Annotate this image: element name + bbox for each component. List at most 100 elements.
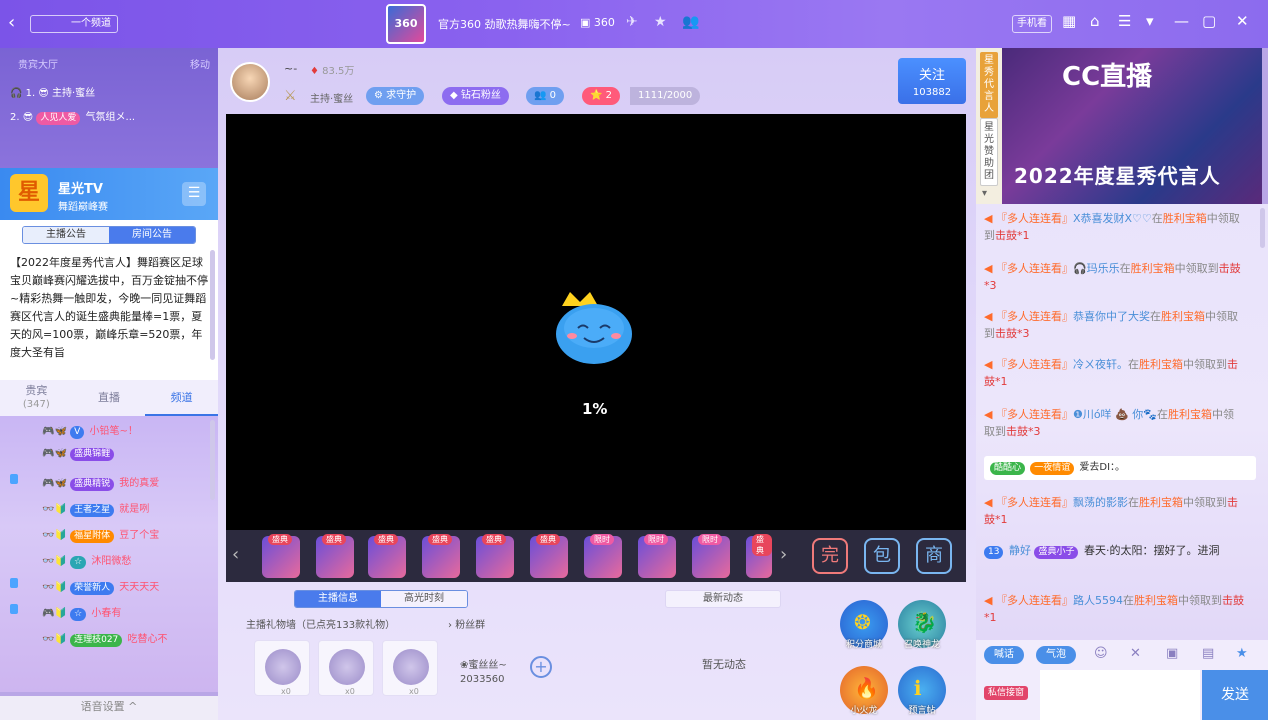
- gift-wall-title[interactable]: 主播礼物墙（已点亮133款礼物）: [246, 616, 395, 631]
- bell-icon[interactable]: ⌂: [1090, 12, 1100, 30]
- add-fan-group-icon[interactable]: +: [530, 656, 552, 678]
- channel-button[interactable]: 一个频道: [30, 15, 118, 33]
- gift-wall-item[interactable]: x0: [318, 640, 374, 696]
- notice-scrollbar[interactable]: [210, 250, 215, 360]
- event-banner[interactable]: CC直播 2022年度星秀代言人: [1002, 48, 1262, 204]
- tab-sponsor-group[interactable]: 星光赞助团: [980, 118, 998, 186]
- gift-item[interactable]: 盛典: [422, 534, 460, 578]
- star-fill-icon[interactable]: ★: [1236, 646, 1248, 661]
- msg-user[interactable]: X恭喜发财X♡♡: [1073, 212, 1152, 225]
- private-msg-tag[interactable]: 私信接窗: [984, 686, 1029, 700]
- complete-button[interactable]: 完: [812, 538, 848, 574]
- msg-user[interactable]: 冷ㄨ夜轩。: [1073, 358, 1128, 371]
- rank-name: 主持·蜜丝: [52, 88, 96, 99]
- tab-highlights[interactable]: 高光时刻: [381, 591, 467, 607]
- gift-item[interactable]: 盛典: [316, 534, 354, 578]
- ranking-header: 贵宾大厅: [18, 60, 58, 71]
- gift-item[interactable]: 盛典: [476, 534, 514, 578]
- plane-icon[interactable]: ✈: [626, 14, 638, 30]
- menu-list-icon[interactable]: ☰: [182, 182, 206, 206]
- gift-wall-item[interactable]: x0: [254, 640, 310, 696]
- shop-button[interactable]: 商: [916, 538, 952, 574]
- send-button[interactable]: 发送: [1202, 670, 1268, 720]
- dropdown-icon[interactable]: ▾: [1146, 12, 1154, 30]
- image-icon[interactable]: ▣: [1166, 646, 1178, 661]
- msg-user[interactable]: 静好: [1009, 544, 1031, 557]
- tab-channel[interactable]: 频道: [145, 380, 219, 416]
- grid-icon[interactable]: ▦: [1062, 12, 1076, 30]
- gift-item[interactable]: 盛典: [746, 534, 772, 578]
- chat-input[interactable]: [1040, 670, 1200, 720]
- list-item[interactable]: 👓🔰 连理枝027 吃替心不: [42, 630, 167, 647]
- list-item[interactable]: 👓🔰 王者之星 就是咧: [42, 500, 149, 517]
- list-item[interactable]: 👓🔰 ☆ 沐阳微愁: [42, 552, 131, 569]
- gift-wall-item[interactable]: x0: [382, 640, 438, 696]
- gift-wall-image: [329, 649, 365, 685]
- gift-item[interactable]: 盛典: [368, 534, 406, 578]
- list-item[interactable]: 🎮🦋 盛典精锐 我的真爱: [42, 474, 159, 491]
- voice-settings[interactable]: 语音设置 ^: [0, 696, 218, 720]
- points-mall-button[interactable]: ❂ 积分商城: [840, 600, 888, 650]
- rank-row[interactable]: 🎧 1. 😎 主持·蜜丝: [10, 84, 95, 99]
- guard-button[interactable]: ⚙ 求守护: [366, 87, 425, 105]
- msg-user[interactable]: 🎧玛乐乐: [1073, 262, 1120, 275]
- rank-row[interactable]: 2. 😎 人见人爱 气氛组メ...: [10, 108, 135, 125]
- tab-anchor-info[interactable]: 主播信息: [295, 591, 381, 607]
- menu-icon[interactable]: ☰: [1118, 12, 1131, 30]
- chat-message: ◀ 『多人连连看』🎧玛乐乐在胜利宝箱中领取到击鼓*3: [984, 260, 1244, 294]
- tab-star-spokesperson[interactable]: 星秀代言人: [980, 52, 998, 118]
- star-icon[interactable]: ★: [654, 14, 667, 30]
- gift-icon[interactable]: ▤: [1202, 646, 1214, 661]
- tab-vip[interactable]: 贵宾 (347): [0, 380, 73, 416]
- level-pill[interactable]: ⭐ 2: [582, 87, 621, 105]
- gift-tag: 盛典: [752, 534, 772, 556]
- tab-vip-label: 贵宾: [25, 384, 48, 397]
- tab-room-notice[interactable]: 房间公告: [109, 227, 195, 243]
- chat-scrollbar[interactable]: [210, 420, 215, 500]
- bag-button[interactable]: 包: [864, 538, 900, 574]
- follow-count: 103882: [912, 87, 952, 98]
- msg-user[interactable]: ❶川ó咩 💩 你🐾: [1073, 408, 1157, 421]
- diamond-fans-button[interactable]: ◆ 钻石粉丝: [442, 87, 509, 105]
- fire-dragon-button[interactable]: 🔥 小火龙: [840, 666, 888, 716]
- msg-user[interactable]: 飘荡的影影: [1073, 496, 1128, 509]
- tab-live[interactable]: 直播: [73, 380, 146, 416]
- list-item[interactable]: 🎮🦋 V 小铅笔~！: [42, 422, 138, 439]
- gift-item[interactable]: 限时: [692, 534, 730, 578]
- avatar[interactable]: [230, 62, 270, 102]
- restore-icon[interactable]: ▢: [1202, 12, 1216, 30]
- msg-user[interactable]: 路人5594: [1073, 594, 1123, 607]
- gift-tag: 限时: [644, 534, 668, 545]
- ranking-right[interactable]: 移动: [190, 56, 210, 71]
- emoji-icon[interactable]: ☺: [1094, 646, 1108, 661]
- shout-button[interactable]: 喊话: [984, 646, 1024, 664]
- group-icon[interactable]: 👥: [682, 14, 699, 30]
- expand-icon[interactable]: ▾: [982, 188, 987, 199]
- tab-anchor-notice[interactable]: 主播公告: [23, 227, 109, 243]
- list-item[interactable]: 🎮🔰 ☆ 小春有: [42, 604, 121, 621]
- gift-item[interactable]: 盛典: [262, 534, 300, 578]
- gift-next-icon[interactable]: ›: [780, 544, 787, 565]
- list-item[interactable]: 🎮🦋 盛典锦鲤: [42, 448, 116, 461]
- phone-watch-button[interactable]: 手机看: [1012, 15, 1052, 33]
- fans-count-button[interactable]: 👥 0: [526, 87, 565, 105]
- bubble-button[interactable]: 气泡: [1036, 646, 1076, 664]
- gift-prev-icon[interactable]: ‹: [232, 544, 239, 565]
- close-icon[interactable]: ✕: [1236, 12, 1249, 30]
- back-arrow-icon[interactable]: ‹: [8, 12, 15, 33]
- gift-item[interactable]: 盛典: [530, 534, 568, 578]
- gift-item[interactable]: 限时: [584, 534, 622, 578]
- minimize-icon[interactable]: —: [1174, 12, 1189, 30]
- fans-group-title[interactable]: › 粉丝群: [448, 616, 485, 631]
- follow-button[interactable]: 关注 103882: [898, 58, 966, 104]
- msg-user[interactable]: 恭喜你中了大奖: [1073, 310, 1150, 323]
- summon-dragon-button[interactable]: 🐉 召唤神龙: [898, 600, 946, 650]
- gift-item[interactable]: 限时: [638, 534, 676, 578]
- channel-card[interactable]: 星 星光TV 舞蹈巅峰赛 ☰: [0, 168, 218, 220]
- prophecy-button[interactable]: ℹ 预言帖: [898, 666, 946, 716]
- list-item[interactable]: 👓🔰 荣誉新人 天天天天: [42, 578, 159, 595]
- list-item[interactable]: 👓🔰 福星附体 豆了个宝: [42, 526, 159, 543]
- clear-icon[interactable]: ✕: [1130, 646, 1141, 661]
- room-id-value: 360: [593, 16, 615, 29]
- right-chat-scrollbar[interactable]: [1260, 208, 1265, 248]
